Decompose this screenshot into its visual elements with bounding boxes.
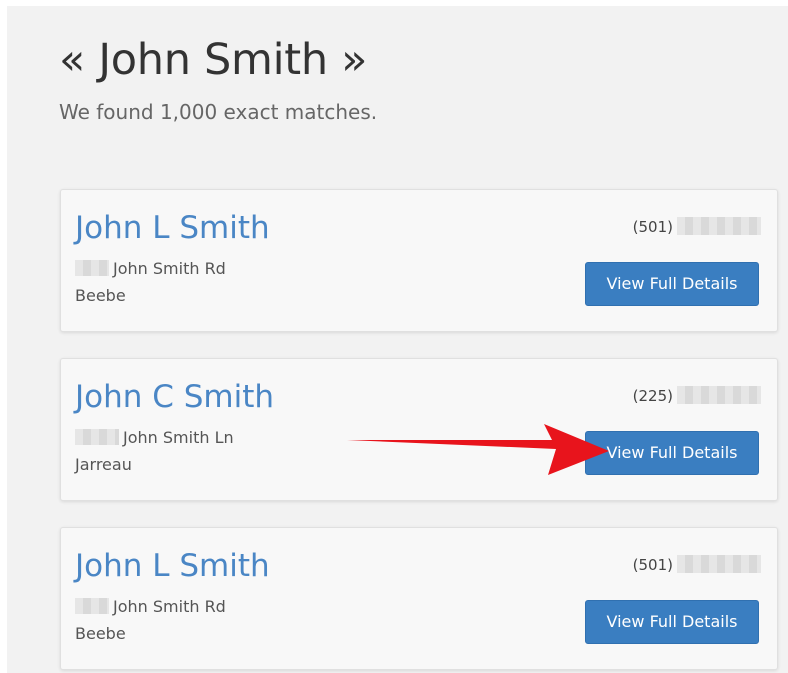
result-street: John Smith Ln — [75, 427, 234, 449]
phone-area-code: (501) — [632, 556, 673, 574]
result-name-link[interactable]: John L Smith — [75, 546, 270, 586]
result-name-link[interactable]: John L Smith — [75, 208, 270, 248]
result-name-link[interactable]: John C Smith — [75, 377, 274, 417]
result-phone: (225) — [633, 385, 761, 407]
redacted-phone-number — [677, 555, 761, 573]
result-phone: (501) — [633, 216, 761, 238]
result-card: John L Smith John Smith Rd Beebe (501) V… — [60, 189, 778, 332]
result-street: John Smith Rd — [75, 596, 226, 618]
street-name: John Smith Ln — [123, 428, 234, 447]
result-city: Jarreau — [75, 455, 132, 474]
view-full-details-button[interactable]: View Full Details — [585, 262, 759, 306]
redacted-phone-number — [677, 386, 761, 404]
redacted-house-number — [75, 260, 109, 276]
match-count: We found 1,000 exact matches. — [59, 100, 378, 124]
result-street: John Smith Rd — [75, 258, 226, 280]
phone-area-code: (225) — [632, 387, 673, 405]
redacted-house-number — [75, 598, 109, 614]
view-full-details-button[interactable]: View Full Details — [585, 431, 759, 475]
redacted-phone-number — [677, 217, 761, 235]
view-full-details-button[interactable]: View Full Details — [585, 600, 759, 644]
redacted-house-number — [75, 429, 119, 445]
result-phone: (501) — [633, 554, 761, 576]
phone-area-code: (501) — [632, 218, 673, 236]
street-name: John Smith Rd — [113, 259, 226, 278]
page-title: « John Smith » — [59, 35, 368, 85]
result-city: Beebe — [75, 624, 126, 643]
search-results-page: « John Smith » We found 1,000 exact matc… — [7, 6, 788, 673]
result-city: Beebe — [75, 286, 126, 305]
result-card: John L Smith John Smith Rd Beebe (501) V… — [60, 527, 778, 670]
street-name: John Smith Rd — [113, 597, 226, 616]
result-card: John C Smith John Smith Ln Jarreau (225)… — [60, 358, 778, 501]
